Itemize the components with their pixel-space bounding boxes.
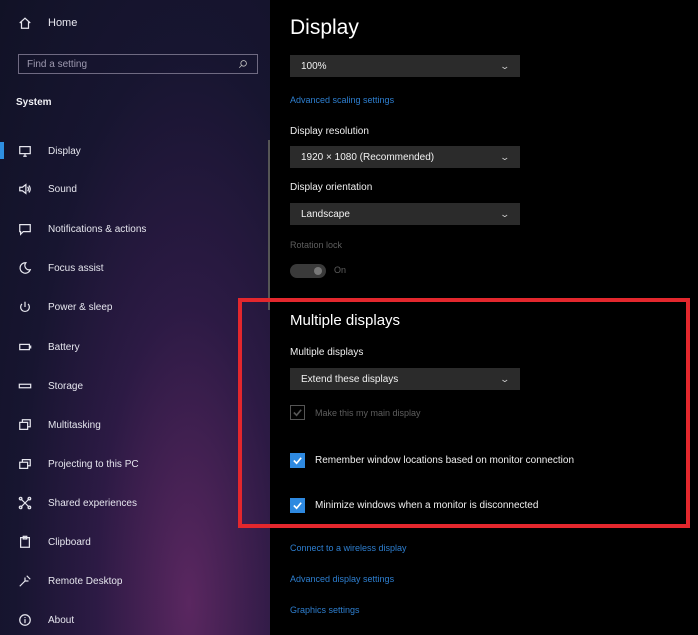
clipboard-icon (16, 533, 34, 551)
sidebar-item-sound[interactable]: Sound (16, 180, 77, 198)
sidebar-item-display[interactable]: Display (16, 142, 81, 160)
remember-locations-checkbox[interactable] (290, 453, 305, 468)
chevron-down-icon: ⌄ (499, 151, 511, 162)
multiple-displays-label: Multiple displays (290, 347, 364, 358)
sidebar-item-label: Storage (48, 380, 84, 392)
checkmark-icon (293, 457, 302, 465)
orientation-value: Landscape (301, 208, 350, 220)
sidebar-item-label: Battery (48, 341, 80, 353)
sidebar-item-storage[interactable]: Storage (16, 377, 83, 395)
rotation-lock-label: Rotation lock (290, 240, 343, 250)
page-title: Display (290, 16, 359, 39)
power-icon (16, 298, 34, 316)
main-display-checkbox-row[interactable]: Make this my main display (290, 405, 421, 420)
sidebar-item-multitasking[interactable]: Multitasking (16, 416, 101, 434)
sidebar-item-label: Clipboard (48, 536, 91, 548)
main-display-label: Make this my main display (315, 407, 421, 418)
sidebar-item-label: Sound (48, 183, 77, 195)
remote-desktop-icon (16, 572, 34, 590)
monitor-icon (16, 142, 34, 160)
advanced-scaling-link[interactable]: Advanced scaling settings (290, 95, 394, 105)
projecting-icon (16, 455, 34, 473)
remember-locations-row[interactable]: Remember window locations based on monit… (290, 453, 574, 468)
sidebar: Home System Display Sound Notifications … (0, 0, 270, 635)
remember-locations-label: Remember window locations based on monit… (315, 455, 575, 466)
multitasking-icon (16, 416, 34, 434)
sidebar-item-remote-desktop[interactable]: Remote Desktop (16, 572, 122, 590)
minimize-windows-label: Minimize windows when a monitor is disco… (315, 500, 539, 511)
rotation-lock-state: On (334, 265, 347, 275)
sidebar-item-shared-experiences[interactable]: Shared experiences (16, 494, 137, 512)
multiple-displays-heading: Multiple displays (290, 312, 401, 329)
sidebar-item-power-sleep[interactable]: Power & sleep (16, 298, 112, 316)
main-display-checkbox[interactable] (290, 405, 305, 420)
minimize-windows-row[interactable]: Minimize windows when a monitor is disco… (290, 498, 538, 513)
search-box[interactable] (18, 54, 258, 74)
advanced-display-link[interactable]: Advanced display settings (290, 574, 394, 584)
sidebar-item-label: Focus assist (48, 262, 104, 274)
sidebar-item-label: Notifications & actions (48, 223, 147, 235)
sidebar-item-label: Projecting to this PC (48, 458, 139, 470)
message-icon (16, 220, 34, 238)
sidebar-item-label: Power & sleep (48, 301, 113, 313)
home-label: Home (48, 17, 78, 29)
checkmark-icon (293, 409, 302, 417)
home-icon (16, 14, 34, 32)
chevron-down-icon: ⌄ (499, 373, 511, 384)
sidebar-item-projecting[interactable]: Projecting to this PC (16, 455, 139, 473)
search-icon[interactable] (237, 58, 249, 70)
moon-icon (16, 259, 34, 277)
section-title: System (16, 97, 52, 108)
sidebar-item-label: Display (48, 145, 81, 157)
sidebar-item-notifications[interactable]: Notifications & actions (16, 220, 146, 238)
sidebar-item-label: Multitasking (48, 419, 101, 431)
rotation-lock-toggle[interactable] (290, 264, 326, 278)
toggle-knob (314, 267, 322, 275)
search-input[interactable] (27, 58, 227, 70)
orientation-label: Display orientation (290, 182, 373, 193)
multiple-displays-dropdown[interactable]: Extend these displays ⌄ (290, 368, 520, 390)
battery-icon (16, 338, 34, 356)
chevron-down-icon: ⌄ (499, 60, 511, 71)
sidebar-item-clipboard[interactable]: Clipboard (16, 533, 91, 551)
active-indicator (0, 142, 4, 159)
resolution-dropdown[interactable]: 1920 × 1080 (Recommended) ⌄ (290, 146, 520, 168)
storage-icon (16, 377, 34, 395)
wireless-display-link[interactable]: Connect to a wireless display (290, 543, 407, 553)
minimize-windows-checkbox[interactable] (290, 498, 305, 513)
chevron-down-icon: ⌄ (499, 208, 511, 219)
resolution-label: Display resolution (290, 126, 369, 137)
resolution-value: 1920 × 1080 (Recommended) (301, 151, 435, 163)
scale-dropdown[interactable]: 100% ⌄ (290, 55, 520, 77)
scale-value: 100% (301, 60, 327, 72)
sidebar-item-label: About (48, 614, 75, 626)
checkmark-icon (293, 502, 302, 510)
sidebar-item-label: Remote Desktop (48, 575, 123, 587)
sidebar-item-label: Shared experiences (48, 497, 137, 509)
graphics-settings-link[interactable]: Graphics settings (290, 605, 360, 615)
sidebar-item-battery[interactable]: Battery (16, 338, 80, 356)
shared-icon (16, 494, 34, 512)
speaker-icon (16, 180, 34, 198)
info-icon (16, 611, 34, 629)
orientation-dropdown[interactable]: Landscape ⌄ (290, 203, 520, 225)
sidebar-item-about[interactable]: About (16, 611, 74, 629)
home-nav-item[interactable]: Home (16, 14, 77, 32)
sidebar-item-focus-assist[interactable]: Focus assist (16, 259, 104, 277)
multiple-displays-value: Extend these displays (301, 373, 399, 385)
